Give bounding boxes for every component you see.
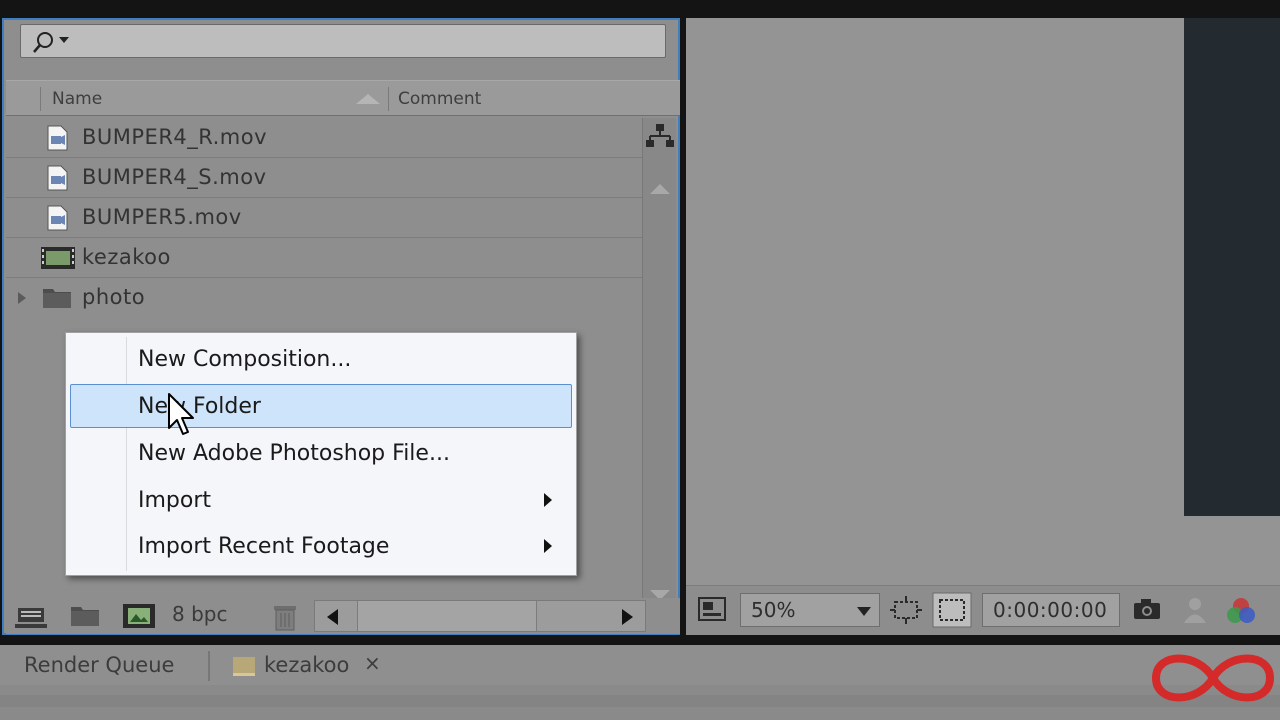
camera-snapshot-icon[interactable] xyxy=(1132,596,1162,622)
movie-file-icon xyxy=(47,205,68,231)
list-item[interactable]: BUMPER4_R.mov xyxy=(6,118,642,158)
current-time-display[interactable]: 0:00:00:00 xyxy=(982,593,1120,627)
channel-logo-icon xyxy=(1151,654,1275,702)
column-separator xyxy=(40,87,41,111)
zoom-dropdown[interactable]: 50% xyxy=(740,593,880,627)
after-effects-window: Name Comment BUMPER4_R.mov BUMPER4_S.mov… xyxy=(0,0,1280,720)
zoom-value: 50% xyxy=(751,598,796,622)
list-item[interactable]: BUMPER5.mov xyxy=(6,198,642,238)
tab-label: kezakoo xyxy=(264,653,350,677)
column-comment-header[interactable]: Comment xyxy=(398,89,481,109)
panel-tabs-bar: Render Queue kezakoo × xyxy=(0,645,1280,685)
region-of-interest-icon[interactable] xyxy=(890,596,922,624)
composition-canvas[interactable] xyxy=(1184,18,1280,516)
menu-item-new-composition[interactable]: New Composition... xyxy=(70,337,572,381)
menu-item-import[interactable]: Import xyxy=(70,478,572,522)
movie-file-icon xyxy=(47,165,68,191)
item-name: photo xyxy=(82,285,146,309)
menu-item-label: Import Recent Footage xyxy=(138,534,390,559)
movie-file-icon xyxy=(47,125,68,151)
timeline-header xyxy=(0,695,1280,707)
list-item[interactable]: photo xyxy=(6,278,642,318)
horizontal-scrollbar[interactable] xyxy=(314,600,646,632)
sort-ascending-icon[interactable] xyxy=(356,94,380,104)
column-name-header[interactable]: Name xyxy=(52,89,102,109)
item-name: BUMPER4_R.mov xyxy=(82,125,268,149)
project-item-list: BUMPER4_R.mov BUMPER4_S.mov BUMPER5.mov xyxy=(6,118,642,318)
composition-tab-icon xyxy=(233,657,255,676)
column-separator xyxy=(388,87,389,111)
menu-item-import-recent-footage[interactable]: Import Recent Footage xyxy=(70,524,572,568)
always-preview-icon[interactable] xyxy=(698,596,726,622)
close-icon[interactable]: × xyxy=(364,651,381,675)
menu-item-label: New Composition... xyxy=(138,347,352,372)
menu-item-new-photoshop-file[interactable]: New Adobe Photoshop File... xyxy=(70,431,572,475)
menu-item-new-folder[interactable]: New Folder xyxy=(70,384,572,428)
bit-depth-button[interactable]: 8 bpc xyxy=(172,602,227,626)
menu-item-label: New Folder xyxy=(138,394,261,419)
scrollbar-thumb[interactable] xyxy=(357,601,537,631)
interpret-footage-icon[interactable] xyxy=(14,602,48,630)
new-folder-icon[interactable] xyxy=(70,602,100,628)
trash-icon[interactable] xyxy=(272,602,298,632)
list-item[interactable]: kezakoo xyxy=(6,238,642,278)
submenu-arrow-icon xyxy=(544,493,552,507)
column-header: Name Comment xyxy=(6,80,680,116)
scroll-up-arrow-icon[interactable] xyxy=(650,184,670,194)
new-composition-icon[interactable] xyxy=(122,602,156,630)
tab-label: Render Queue xyxy=(24,653,175,677)
transparency-grid-icon[interactable] xyxy=(932,592,972,628)
flowchart-icon[interactable] xyxy=(645,120,675,154)
scroll-right-arrow-icon[interactable] xyxy=(622,609,633,625)
menu-item-label: Import xyxy=(138,488,212,513)
composition-icon xyxy=(41,247,75,269)
search-icon xyxy=(33,32,69,53)
color-channels-icon[interactable] xyxy=(1224,596,1258,626)
tab-render-queue[interactable]: Render Queue xyxy=(0,645,206,685)
item-name: kezakoo xyxy=(82,245,171,269)
scroll-left-arrow-icon[interactable] xyxy=(327,609,338,625)
viewer-toolbar: 50% 0:00:00:00 xyxy=(686,585,1280,635)
folder-icon xyxy=(43,289,71,308)
timecode-value: 0:00:00:00 xyxy=(993,598,1108,622)
timeline-panel xyxy=(0,685,1280,720)
expand-arrow-icon[interactable] xyxy=(18,292,26,304)
show-snapshot-icon[interactable] xyxy=(1182,596,1208,624)
submenu-arrow-icon xyxy=(544,539,552,553)
list-item[interactable]: BUMPER4_S.mov xyxy=(6,158,642,198)
menu-item-label: New Adobe Photoshop File... xyxy=(138,441,450,466)
search-input[interactable] xyxy=(20,24,666,58)
mouse-pointer-icon xyxy=(168,393,194,435)
item-name: BUMPER4_S.mov xyxy=(82,165,267,189)
item-name: BUMPER5.mov xyxy=(82,205,242,229)
project-panel-footer: 8 bpc xyxy=(6,598,680,634)
tab-separator xyxy=(208,651,210,681)
chevron-down-icon xyxy=(857,607,871,616)
context-menu: New Composition... New Folder New Adobe … xyxy=(65,332,577,576)
tab-composition-kezakoo[interactable]: kezakoo × xyxy=(212,645,392,685)
